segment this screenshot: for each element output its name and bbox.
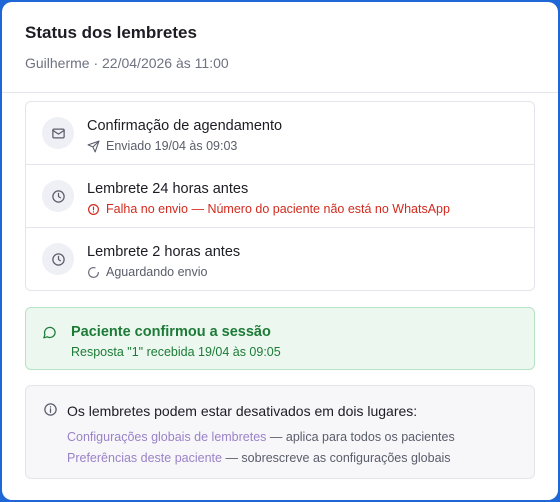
reminder-title: Confirmação de agendamento [87,118,283,134]
info-line-text: — sobrescreve as configurações globais [221,451,451,465]
mail-icon [42,117,74,149]
patient-preferences-link[interactable]: Preferências deste paciente [67,451,222,465]
reminder-status-text: Aguardando envio [106,265,208,279]
global-reminder-settings-link[interactable]: Configurações globais de lembretes [67,430,266,444]
reminder-status-text: Falha no envio — Número do paciente não … [106,202,450,216]
clock-icon [42,180,74,212]
confirmation-detail: Resposta "1" recebida 19/04 às 09:05 [71,345,281,359]
info-line-global: Configurações globais de lembretes — apl… [67,429,455,445]
reminder-title: Lembrete 24 horas antes [87,181,249,197]
info-icon [44,403,57,416]
reminder-status: Falha no envio — Número do paciente não … [87,201,450,217]
chat-bubble-icon [43,326,56,339]
reminder-title: Lembrete 2 horas antes [87,244,241,260]
clock-icon [42,243,74,275]
reminder-list: Confirmação de agendamento Enviado 19/04… [25,101,535,291]
info-title: Os lembretes podem estar desativados em … [67,403,418,419]
send-icon [87,140,100,152]
reminder-item-confirmation: Confirmação de agendamento Enviado 19/04… [26,102,534,165]
confirmation-title: Paciente confirmou a sessão [71,324,271,340]
alert-circle-icon [88,203,99,215]
info-line-text: — aplica para todos os pacientes [266,430,455,444]
dialog-subtitle: Guilherme · 22/04/2026 às 11:00 [25,55,229,71]
info-line-patient: Preferências deste paciente — sobrescrev… [67,450,451,466]
reminder-item-24h: Lembrete 24 horas antes Falha no envio —… [26,165,534,228]
reminder-status: Enviado 19/04 às 09:03 [87,138,237,154]
loader-icon [88,266,99,278]
reminder-item-2h: Lembrete 2 horas antes Aguardando envio [26,228,534,290]
settings-info-box: Os lembretes podem estar desativados em … [25,385,535,479]
reminders-status-dialog: Status dos lembretes Guilherme · 22/04/2… [2,2,558,500]
dialog-title: Status dos lembretes [25,23,197,42]
patient-confirmation-banner: Paciente confirmou a sessão Resposta "1"… [25,307,535,370]
dialog-header: Status dos lembretes Guilherme · 22/04/2… [2,2,558,93]
reminder-status: Aguardando envio [87,264,207,280]
reminder-status-text: Enviado 19/04 às 09:03 [106,139,238,153]
